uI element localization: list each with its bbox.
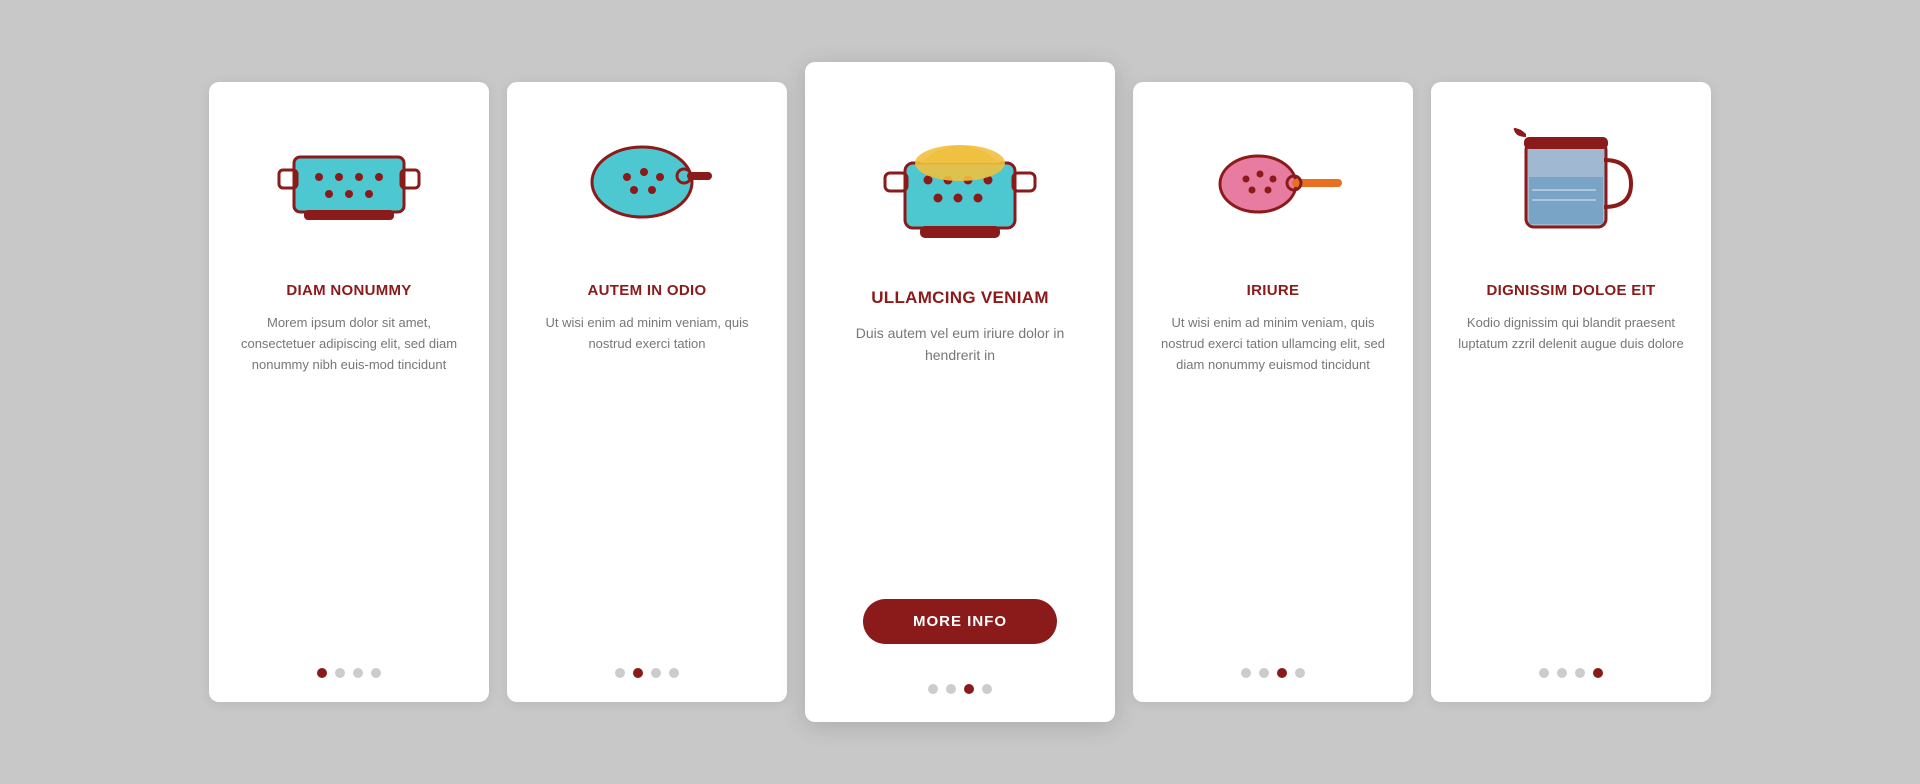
- dot-5-3: [1593, 668, 1603, 678]
- card-2: AUTEM IN ODIO Ut wisi enim ad minim veni…: [507, 82, 787, 702]
- dot-2-2: [651, 668, 661, 678]
- card-3-text: Duis autem vel eum iriure dolor in hendr…: [833, 322, 1087, 575]
- dot-4-3: [1295, 668, 1305, 678]
- dot-5-1: [1557, 668, 1567, 678]
- card-4-text: Ut wisi enim ad minim veniam, quis nostr…: [1157, 313, 1389, 628]
- card-2-title: AUTEM IN ODIO: [588, 282, 707, 299]
- dot-1-2: [353, 668, 363, 678]
- card-3-icon: [870, 98, 1050, 258]
- dot-3-2: [964, 684, 974, 694]
- card-2-text: Ut wisi enim ad minim veniam, quis nostr…: [531, 313, 763, 628]
- card-1-text: Morem ipsum dolor sit amet, consectetuer…: [233, 313, 465, 628]
- cards-container: DIAM NONUMMY Morem ipsum dolor sit amet,…: [149, 22, 1771, 762]
- dot-2-1: [633, 668, 643, 678]
- card-1-title: DIAM NONUMMY: [286, 282, 411, 299]
- more-info-button[interactable]: MORE INFO: [863, 599, 1057, 644]
- card-2-icon: [567, 112, 727, 252]
- card-1-dots: [317, 652, 381, 678]
- card-1: DIAM NONUMMY Morem ipsum dolor sit amet,…: [209, 82, 489, 702]
- card-4-dots: [1241, 652, 1305, 678]
- card-4-icon: [1193, 112, 1353, 252]
- dot-5-0: [1539, 668, 1549, 678]
- card-3: ULLAMCING VENIAM Duis autem vel eum iriu…: [805, 62, 1115, 722]
- dot-1-0: [317, 668, 327, 678]
- dot-4-0: [1241, 668, 1251, 678]
- card-5-icon: [1491, 112, 1651, 252]
- dot-3-0: [928, 684, 938, 694]
- card-5-dots: [1539, 652, 1603, 678]
- dot-4-1: [1259, 668, 1269, 678]
- dot-5-2: [1575, 668, 1585, 678]
- card-5-text: Kodio dignissim qui blandit praesent lup…: [1455, 313, 1687, 628]
- card-5-title: DIGNISSIM DOLOE EIT: [1486, 282, 1655, 299]
- dot-1-3: [371, 668, 381, 678]
- card-5: DIGNISSIM DOLOE EIT Kodio dignissim qui …: [1431, 82, 1711, 702]
- dot-2-0: [615, 668, 625, 678]
- dot-2-3: [669, 668, 679, 678]
- card-3-dots: [928, 668, 992, 694]
- card-3-title: ULLAMCING VENIAM: [871, 288, 1049, 308]
- dot-3-3: [982, 684, 992, 694]
- dot-4-2: [1277, 668, 1287, 678]
- card-1-icon: [269, 112, 429, 252]
- dot-3-1: [946, 684, 956, 694]
- card-2-dots: [615, 652, 679, 678]
- dot-1-1: [335, 668, 345, 678]
- card-4: IRIURE Ut wisi enim ad minim veniam, qui…: [1133, 82, 1413, 702]
- card-4-title: IRIURE: [1247, 282, 1300, 299]
